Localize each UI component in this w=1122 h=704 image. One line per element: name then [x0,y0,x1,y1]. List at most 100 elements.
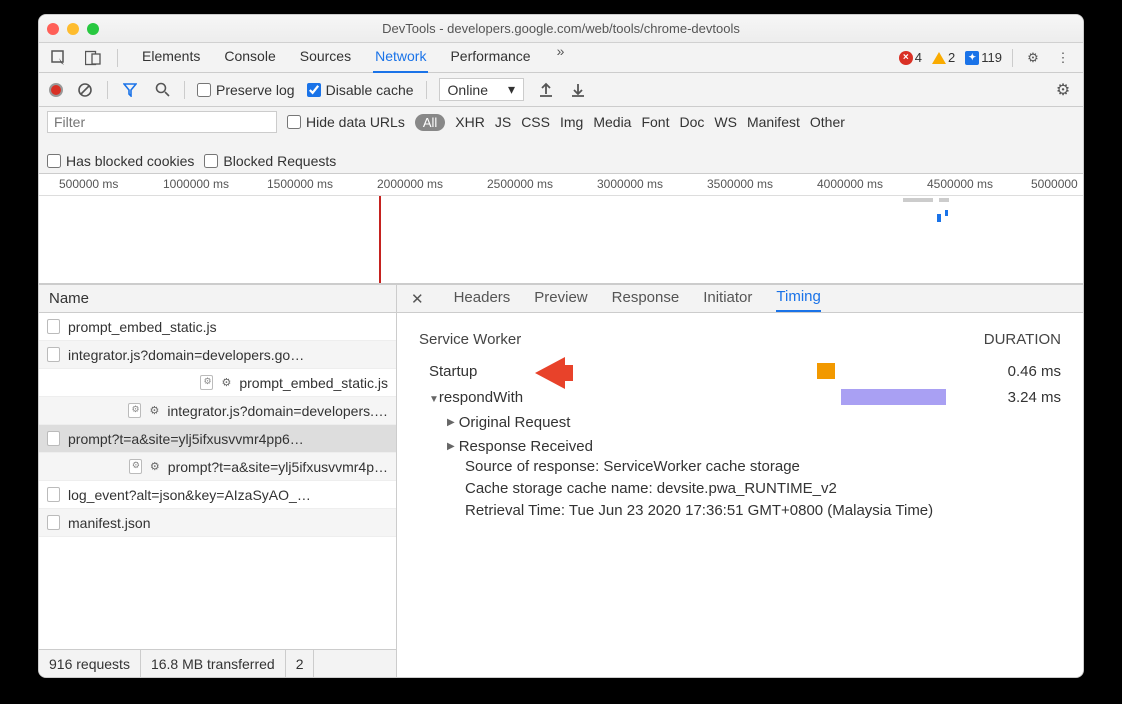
download-har-icon[interactable] [568,80,588,100]
detail-tab-preview[interactable]: Preview [534,286,587,311]
filter-type-media[interactable]: Media [593,114,631,130]
network-settings-icon[interactable]: ⚙ [1053,80,1073,100]
filter-type-all[interactable]: All [415,114,445,131]
settings-gear-icon[interactable]: ⚙ [1023,48,1043,68]
hide-data-urls-checkbox[interactable]: Hide data URLs [287,114,405,130]
separator [107,81,108,99]
timing-row-respondwith[interactable]: ▼respondWith 3.24 ms [429,384,1061,410]
gear-icon: ⚙ [221,376,231,389]
request-name: integrator.js?domain=developers.go… [68,347,304,363]
timing-header: Service Worker DURATION [419,331,1061,348]
tab-network[interactable]: Network [373,43,428,73]
tab-performance[interactable]: Performance [448,43,532,73]
caret-right-icon: ▶ [447,441,455,452]
tab-elements[interactable]: Elements [140,43,202,73]
close-detail-icon[interactable]: ✕ [411,290,424,308]
filter-input[interactable] [47,111,277,133]
tree-original-request[interactable]: ▶Original Request [447,410,1061,434]
request-name: integrator.js?domain=developers.… [167,403,388,419]
filter-type-css[interactable]: CSS [521,114,550,130]
column-header-name[interactable]: Name [39,285,396,313]
request-name: prompt_embed_static.js [68,319,217,335]
file-icon [47,319,60,334]
clear-icon[interactable] [75,80,95,100]
transferred-size: 16.8 MB transferred [141,650,286,677]
file-icon [47,515,60,530]
panel-tabs: Elements Console Sources Network Perform… [140,43,568,73]
timeline-bar [903,198,933,202]
file-icon [47,431,60,446]
timeline-cursor[interactable] [379,196,381,283]
inspect-icon[interactable] [49,48,69,68]
separator [426,81,427,99]
request-list[interactable]: prompt_embed_static.js integrator.js?doma… [39,313,396,649]
detail-tab-response[interactable]: Response [612,286,680,311]
file-icon [47,487,60,502]
blocked-requests-checkbox[interactable]: Blocked Requests [204,153,336,169]
filter-icon[interactable] [120,80,140,100]
request-row[interactable]: ⚙ integrator.js?domain=developers.… [39,397,396,425]
timing-bar [817,363,835,379]
message-icon: ✦ [965,51,979,65]
error-badge[interactable]: ×4 [899,50,922,65]
timing-row-startup: Startup 0.46 ms [429,358,1061,384]
filter-type-ws[interactable]: WS [714,114,737,130]
timeline-bar [937,214,941,222]
request-name: manifest.json [68,515,150,531]
timeline-bar [945,210,948,216]
filter-type-js[interactable]: JS [495,114,511,130]
filter-type-font[interactable]: Font [641,114,669,130]
request-row[interactable]: log_event?alt=json&key=AIzaSyAO_… [39,481,396,509]
throttle-select[interactable]: Online▾ [439,78,525,101]
timing-duration: 3.24 ms [981,389,1061,406]
request-row[interactable]: manifest.json [39,509,396,537]
record-button[interactable] [49,83,63,97]
request-row[interactable]: ⚙ prompt_embed_static.js [39,369,396,397]
timing-bar-area [689,388,981,406]
separator [117,49,118,67]
device-icon[interactable] [83,48,103,68]
filter-type-doc[interactable]: Doc [679,114,704,130]
timeline-bar [939,198,949,202]
filter-type-other[interactable]: Other [810,114,845,130]
file-icon [47,347,60,362]
detail-pane: ✕ Headers Preview Response Initiator Tim… [397,285,1083,677]
chevron-down-icon: ▾ [508,81,515,98]
filter-type-xhr[interactable]: XHR [455,114,485,130]
gear-icon: ⚙ [150,460,160,473]
titlebar[interactable]: DevTools - developers.google.com/web/too… [39,15,1083,43]
tab-sources[interactable]: Sources [298,43,353,73]
detail-tabs: ✕ Headers Preview Response Initiator Tim… [397,285,1083,313]
upload-har-icon[interactable] [536,80,556,100]
duration-label: DURATION [984,331,1061,348]
request-count: 916 requests [39,650,141,677]
timeline-overview[interactable]: 500000 ms 1000000 ms 1500000 ms 2000000 … [39,174,1083,284]
timing-bar-area [689,362,981,380]
detail-tab-initiator[interactable]: Initiator [703,286,752,311]
tree-response-received[interactable]: ▶Response Received [447,434,1061,458]
message-badge[interactable]: ✦119 [965,50,1002,65]
tab-console[interactable]: Console [222,43,277,73]
has-blocked-cookies-checkbox[interactable]: Has blocked cookies [47,153,194,169]
kebab-menu-icon[interactable]: ⋮ [1053,48,1073,68]
window-title: DevTools - developers.google.com/web/too… [39,21,1083,36]
request-row[interactable]: prompt?t=a&site=ylj5ifxusvvmr4pp6… [39,425,396,453]
warning-badge[interactable]: 2 [932,50,955,65]
request-name: prompt?t=a&site=ylj5ifxusvvmr4p… [168,459,388,475]
file-gear-icon [128,403,141,418]
request-row[interactable]: integrator.js?domain=developers.go… [39,341,396,369]
request-row[interactable]: ⚙ prompt?t=a&site=ylj5ifxusvvmr4p… [39,453,396,481]
filter-type-manifest[interactable]: Manifest [747,114,800,130]
devtools-window: DevTools - developers.google.com/web/too… [38,14,1084,678]
preserve-log-checkbox[interactable]: Preserve log [197,82,295,98]
request-row[interactable]: prompt_embed_static.js [39,313,396,341]
request-name: prompt_embed_static.js [239,375,388,391]
detail-tab-timing[interactable]: Timing [776,285,820,312]
timeline-ruler: 500000 ms 1000000 ms 1500000 ms 2000000 … [39,174,1083,196]
detail-tab-headers[interactable]: Headers [454,286,511,311]
search-icon[interactable] [152,80,172,100]
gear-icon: ⚙ [149,404,159,417]
filter-type-img[interactable]: Img [560,114,583,130]
more-tabs-icon[interactable]: » [553,43,569,73]
disable-cache-checkbox[interactable]: Disable cache [307,82,414,98]
